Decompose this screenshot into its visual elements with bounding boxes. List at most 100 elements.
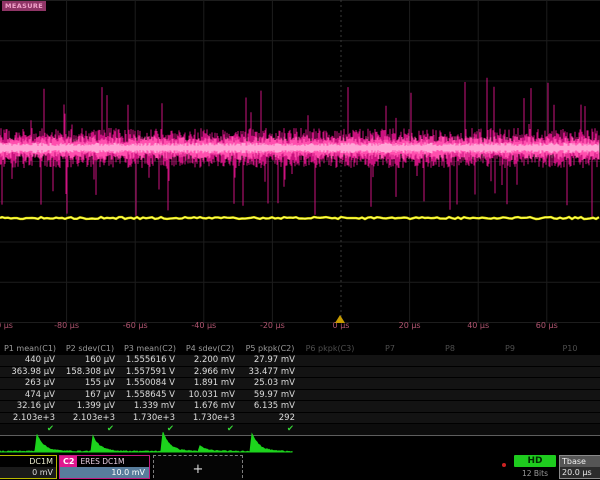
measure-header-8[interactable]: P8	[420, 343, 480, 354]
measure-cell	[540, 401, 600, 412]
measure-cell: 2.103e+3	[0, 413, 60, 424]
measurement-histicons	[0, 430, 600, 456]
measure-cell	[300, 355, 360, 366]
measure-cell: 2.200 mV	[180, 355, 240, 366]
measure-cell	[420, 413, 480, 424]
measure-cell: 158.308 µV	[60, 367, 120, 378]
time-axis: -100 µs-80 µs-60 µs-40 µs-20 µs0 µs20 µs…	[0, 321, 600, 334]
measure-cell: 6.135 mV	[240, 401, 300, 412]
measure-cell: 27.97 mV	[240, 355, 300, 366]
measure-cell	[480, 367, 540, 378]
measure-cell: 1.550084 V	[120, 378, 180, 389]
measure-cell	[480, 378, 540, 389]
measure-cell	[360, 367, 420, 378]
measure-cell	[420, 367, 480, 378]
measure-cell	[540, 390, 600, 401]
measure-cell: 2.103e+3	[60, 413, 120, 424]
measure-cell	[480, 390, 540, 401]
c2-scale-value: 10.0 mV	[60, 467, 149, 478]
time-axis-label: -100 µs	[0, 321, 13, 330]
measure-cell: 1.339 mV	[120, 401, 180, 412]
measure-cell: 292	[240, 413, 300, 424]
measure-row: 263 µV155 µV1.550084 V1.891 mV25.03 mV	[0, 377, 600, 389]
hd-mode-badge[interactable]: HD	[514, 455, 556, 467]
time-axis-label: 60 µs	[536, 321, 558, 330]
measure-cell: 440 µV	[0, 355, 60, 366]
measure-cell	[300, 390, 360, 401]
waveform-grid	[0, 0, 600, 330]
measure-cell: 1.730e+3	[180, 413, 240, 424]
measure-row: 440 µV160 µV1.555616 V2.200 mV27.97 mV	[0, 354, 600, 366]
measure-header-5[interactable]: P5 pkpk(C2)	[240, 343, 300, 354]
plus-icon: +	[193, 462, 204, 477]
measure-cell	[360, 355, 420, 366]
add-trace-button[interactable]: +	[153, 455, 243, 480]
measure-cell	[420, 378, 480, 389]
channel-c2-descriptor[interactable]: C2 ERES DC1M 10.0 mV	[59, 455, 150, 479]
measure-cell	[420, 355, 480, 366]
measure-cell	[480, 401, 540, 412]
time-axis-label: 40 µs	[467, 321, 489, 330]
c2-channel-badge: C2	[60, 456, 77, 467]
measure-cell	[540, 367, 600, 378]
time-axis-label: 20 µs	[399, 321, 421, 330]
measure-menu-label[interactable]: MEASURE	[2, 1, 46, 11]
measure-cell: 1.555616 V	[120, 355, 180, 366]
measure-cell: 1.676 mV	[180, 401, 240, 412]
channel-c1-descriptor[interactable]: DC1M 0 mV	[0, 455, 57, 479]
time-axis-label: -80 µs	[54, 321, 79, 330]
measure-header-6[interactable]: P6 pkpk(C3)	[300, 343, 360, 354]
measure-cell: 1.399 µV	[60, 401, 120, 412]
measure-cell	[360, 401, 420, 412]
measure-cell: 363.98 µV	[0, 367, 60, 378]
measure-cell: 25.03 mV	[240, 378, 300, 389]
measure-cell: 32.16 µV	[0, 401, 60, 412]
measure-cell: 59.97 mV	[240, 390, 300, 401]
measure-cell	[300, 378, 360, 389]
timebase-descriptor[interactable]: Tbase 20.0 µs	[559, 455, 600, 479]
measure-cell: 263 µV	[0, 378, 60, 389]
hd-bits-label: 12 Bits	[514, 469, 556, 478]
measure-cell	[300, 367, 360, 378]
measure-cell: 1.891 mV	[180, 378, 240, 389]
time-axis-label: -20 µs	[260, 321, 285, 330]
measure-cell	[420, 390, 480, 401]
measure-header-7[interactable]: P7	[360, 343, 420, 354]
measure-cell	[540, 378, 600, 389]
measure-header-3[interactable]: P3 mean(C2)	[120, 343, 180, 354]
measure-header-4[interactable]: P4 sdev(C2)	[180, 343, 240, 354]
measure-row: 2.103e+32.103e+31.730e+31.730e+3292	[0, 412, 600, 424]
measure-header-1[interactable]: P1 mean(C1)	[0, 343, 60, 354]
measure-cell	[360, 413, 420, 424]
c1-coupling-label: DC1M	[0, 456, 56, 467]
measure-cell: 1.557591 V	[120, 367, 180, 378]
c1-scale-value: 0 mV	[0, 467, 56, 478]
measure-cell: 10.031 mV	[180, 390, 240, 401]
record-indicator-icon	[502, 463, 506, 467]
measure-row: 32.16 µV1.399 µV1.339 mV1.676 mV6.135 mV	[0, 400, 600, 412]
timebase-value: 20.0 µs	[560, 467, 600, 478]
measure-cell	[360, 378, 420, 389]
measure-cell: 160 µV	[60, 355, 120, 366]
measure-cell	[360, 390, 420, 401]
measure-header-2[interactable]: P2 sdev(C1)	[60, 343, 120, 354]
measure-cell	[420, 401, 480, 412]
oscilloscope-screen: MEASURE -100 µs -80 µs -60 µs -40 µs -20 µs 0…	[0, 0, 600, 480]
trigger-time-marker-icon[interactable]	[335, 315, 345, 323]
timebase-label: Tbase	[560, 456, 600, 467]
measure-cell: 33.477 mV	[240, 367, 300, 378]
descriptor-bar: DC1M 0 mV C2 ERES DC1M 10.0 mV + HD 12 B…	[0, 454, 600, 480]
measure-cell: 1.730e+3	[120, 413, 180, 424]
measure-row: 474 µV167 µV1.558645 V10.031 mV59.97 mV	[0, 389, 600, 401]
measurement-table: P1 mean(C1)P2 sdev(C1)P3 mean(C2)P4 sdev…	[0, 343, 600, 436]
measure-cell: 2.966 mV	[180, 367, 240, 378]
time-axis-label: -40 µs	[191, 321, 216, 330]
measure-cell: 474 µV	[0, 390, 60, 401]
measure-cell: 1.558645 V	[120, 390, 180, 401]
measure-cell	[300, 401, 360, 412]
measure-cell: 155 µV	[60, 378, 120, 389]
time-axis-label: -60 µs	[123, 321, 148, 330]
c2-mode-label: ERES DC1M	[77, 456, 124, 467]
measure-header-9[interactable]: P9	[480, 343, 540, 354]
measure-header-10[interactable]: P10	[540, 343, 600, 354]
